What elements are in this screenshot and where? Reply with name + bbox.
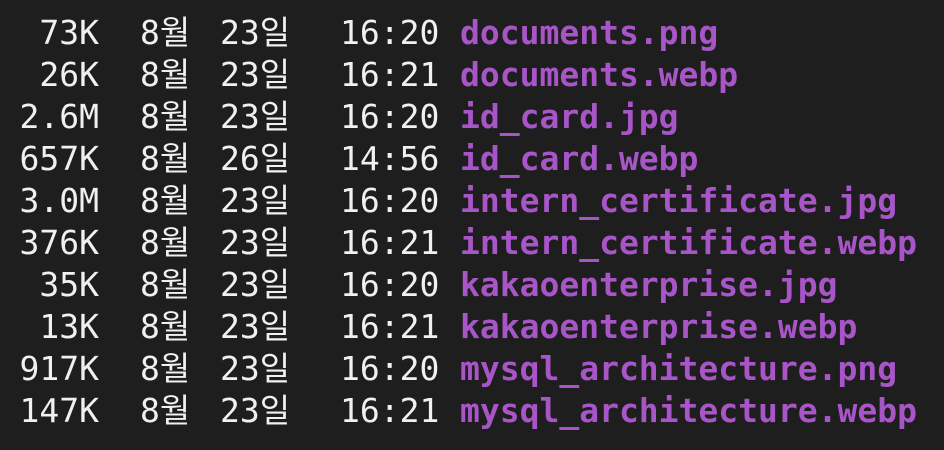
file-size: 13K xyxy=(39,307,99,346)
file-day: 26일 xyxy=(220,139,291,178)
file-month: 8월 xyxy=(140,223,191,262)
file-name: documents.webp xyxy=(460,55,739,94)
file-size: 376K xyxy=(19,223,99,262)
file-day: 23일 xyxy=(220,307,291,346)
file-size: 917K xyxy=(19,349,99,388)
file-day: 23일 xyxy=(220,223,291,262)
file-name: mysql_architecture.webp xyxy=(460,391,917,430)
file-time: 16:21 xyxy=(340,391,440,430)
file-name: id_card.jpg xyxy=(460,97,679,136)
file-row: 2.6M 8월 23일 16:20 id_card.jpg xyxy=(0,96,944,138)
file-size: 73K xyxy=(39,13,99,52)
file-name: mysql_architecture.png xyxy=(460,349,898,388)
file-row: 376K 8월 23일 16:21 intern_certificate.web… xyxy=(0,222,944,264)
file-size: 26K xyxy=(39,55,99,94)
file-month: 8월 xyxy=(140,139,191,178)
file-name: documents.png xyxy=(460,13,719,52)
file-day: 23일 xyxy=(220,391,291,430)
file-time: 16:20 xyxy=(340,265,440,304)
file-size: 35K xyxy=(39,265,99,304)
file-size: 147K xyxy=(19,391,99,430)
file-row: 35K 8월 23일 16:20 kakaoenterprise.jpg xyxy=(0,264,944,306)
file-time: 16:20 xyxy=(340,97,440,136)
file-row: 73K 8월 23일 16:20 documents.png xyxy=(0,12,944,54)
file-row: 13K 8월 23일 16:21 kakaoenterprise.webp xyxy=(0,306,944,348)
file-size: 657K xyxy=(19,139,99,178)
file-day: 23일 xyxy=(220,349,291,388)
file-time: 16:20 xyxy=(340,349,440,388)
file-size: 3.0M xyxy=(19,181,99,220)
file-time: 14:56 xyxy=(340,139,440,178)
file-day: 23일 xyxy=(220,265,291,304)
file-row: 917K 8월 23일 16:20 mysql_architecture.png xyxy=(0,348,944,390)
file-row: 657K 8월 26일 14:56 id_card.webp xyxy=(0,138,944,180)
file-name: kakaoenterprise.webp xyxy=(460,307,858,346)
file-name: kakaoenterprise.jpg xyxy=(460,265,838,304)
file-month: 8월 xyxy=(140,55,191,94)
file-month: 8월 xyxy=(140,391,191,430)
file-row: 3.0M 8월 23일 16:20 intern_certificate.jpg xyxy=(0,180,944,222)
file-month: 8월 xyxy=(140,265,191,304)
file-day: 23일 xyxy=(220,181,291,220)
file-name: id_card.webp xyxy=(460,139,699,178)
file-day: 23일 xyxy=(220,13,291,52)
file-time: 16:21 xyxy=(340,55,440,94)
file-month: 8월 xyxy=(140,181,191,220)
file-month: 8월 xyxy=(140,97,191,136)
file-day: 23일 xyxy=(220,97,291,136)
file-time: 16:21 xyxy=(340,223,440,262)
file-month: 8월 xyxy=(140,307,191,346)
file-size: 2.6M xyxy=(19,97,99,136)
file-name: intern_certificate.webp xyxy=(460,223,917,262)
file-row: 147K 8월 23일 16:21 mysql_architecture.web… xyxy=(0,390,944,432)
file-name: intern_certificate.jpg xyxy=(460,181,898,220)
file-time: 16:21 xyxy=(340,307,440,346)
file-day: 23일 xyxy=(220,55,291,94)
file-row: 26K 8월 23일 16:21 documents.webp xyxy=(0,54,944,96)
terminal-output: 73K 8월 23일 16:20 documents.png 26K 8월 23… xyxy=(0,12,944,432)
file-month: 8월 xyxy=(140,13,191,52)
file-month: 8월 xyxy=(140,349,191,388)
file-time: 16:20 xyxy=(340,181,440,220)
file-time: 16:20 xyxy=(340,13,440,52)
